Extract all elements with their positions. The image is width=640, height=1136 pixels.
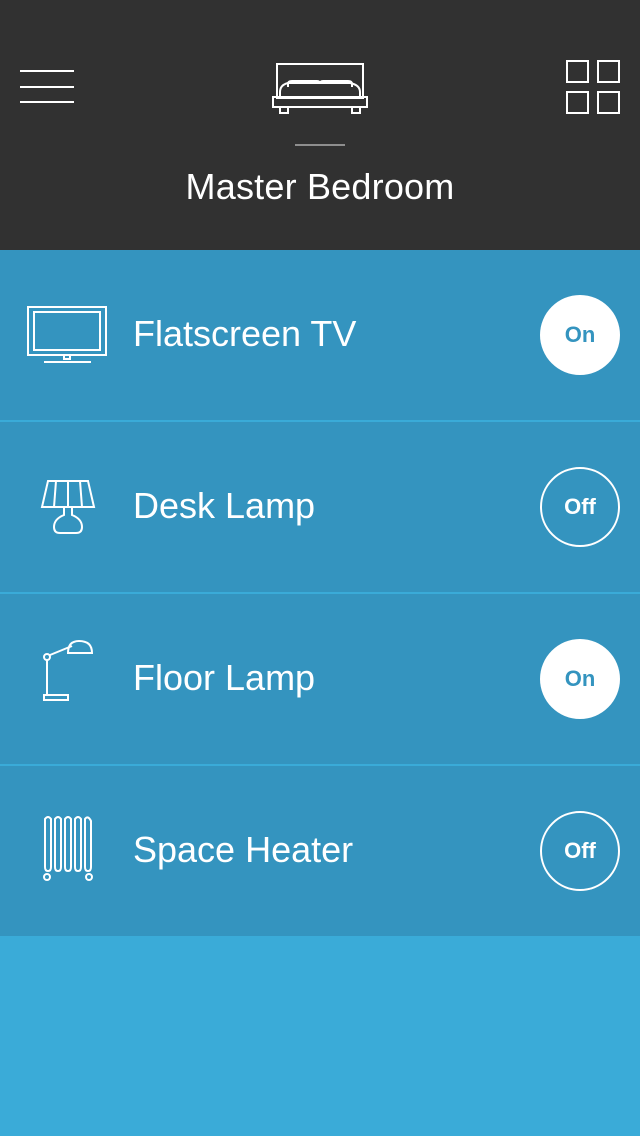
device-row-floor-lamp[interactable]: Floor Lamp On [0,594,640,766]
tv-icon [24,295,112,375]
device-list: Flatscreen TV On Desk Lamp Off Floor Lam… [0,250,640,936]
power-toggle[interactable]: On [540,639,620,719]
device-row-desk-lamp[interactable]: Desk Lamp Off [0,422,640,594]
floor-lamp-icon [24,639,112,719]
device-name: Flatscreen TV [133,313,357,354]
power-toggle[interactable]: On [540,295,620,375]
title-divider [295,144,345,146]
hamburger-menu-icon [20,70,74,103]
grid-view-button[interactable] [564,58,622,116]
space-heater-icon [24,811,112,891]
grid-icon [566,60,620,114]
app-header: Master Bedroom [0,0,640,250]
device-name: Space Heater [133,829,354,870]
room-title: Master Bedroom [185,166,455,207]
device-row-flatscreen-tv[interactable]: Flatscreen TV On [0,250,640,422]
device-row-space-heater[interactable]: Space Heater Off [0,766,640,936]
device-name: Desk Lamp [133,485,316,526]
desk-lamp-icon [24,467,112,547]
bed-icon [270,60,370,116]
power-toggle[interactable]: Off [540,811,620,891]
device-name: Floor Lamp [133,657,316,698]
power-toggle[interactable]: Off [540,467,620,547]
menu-button[interactable] [18,68,76,106]
